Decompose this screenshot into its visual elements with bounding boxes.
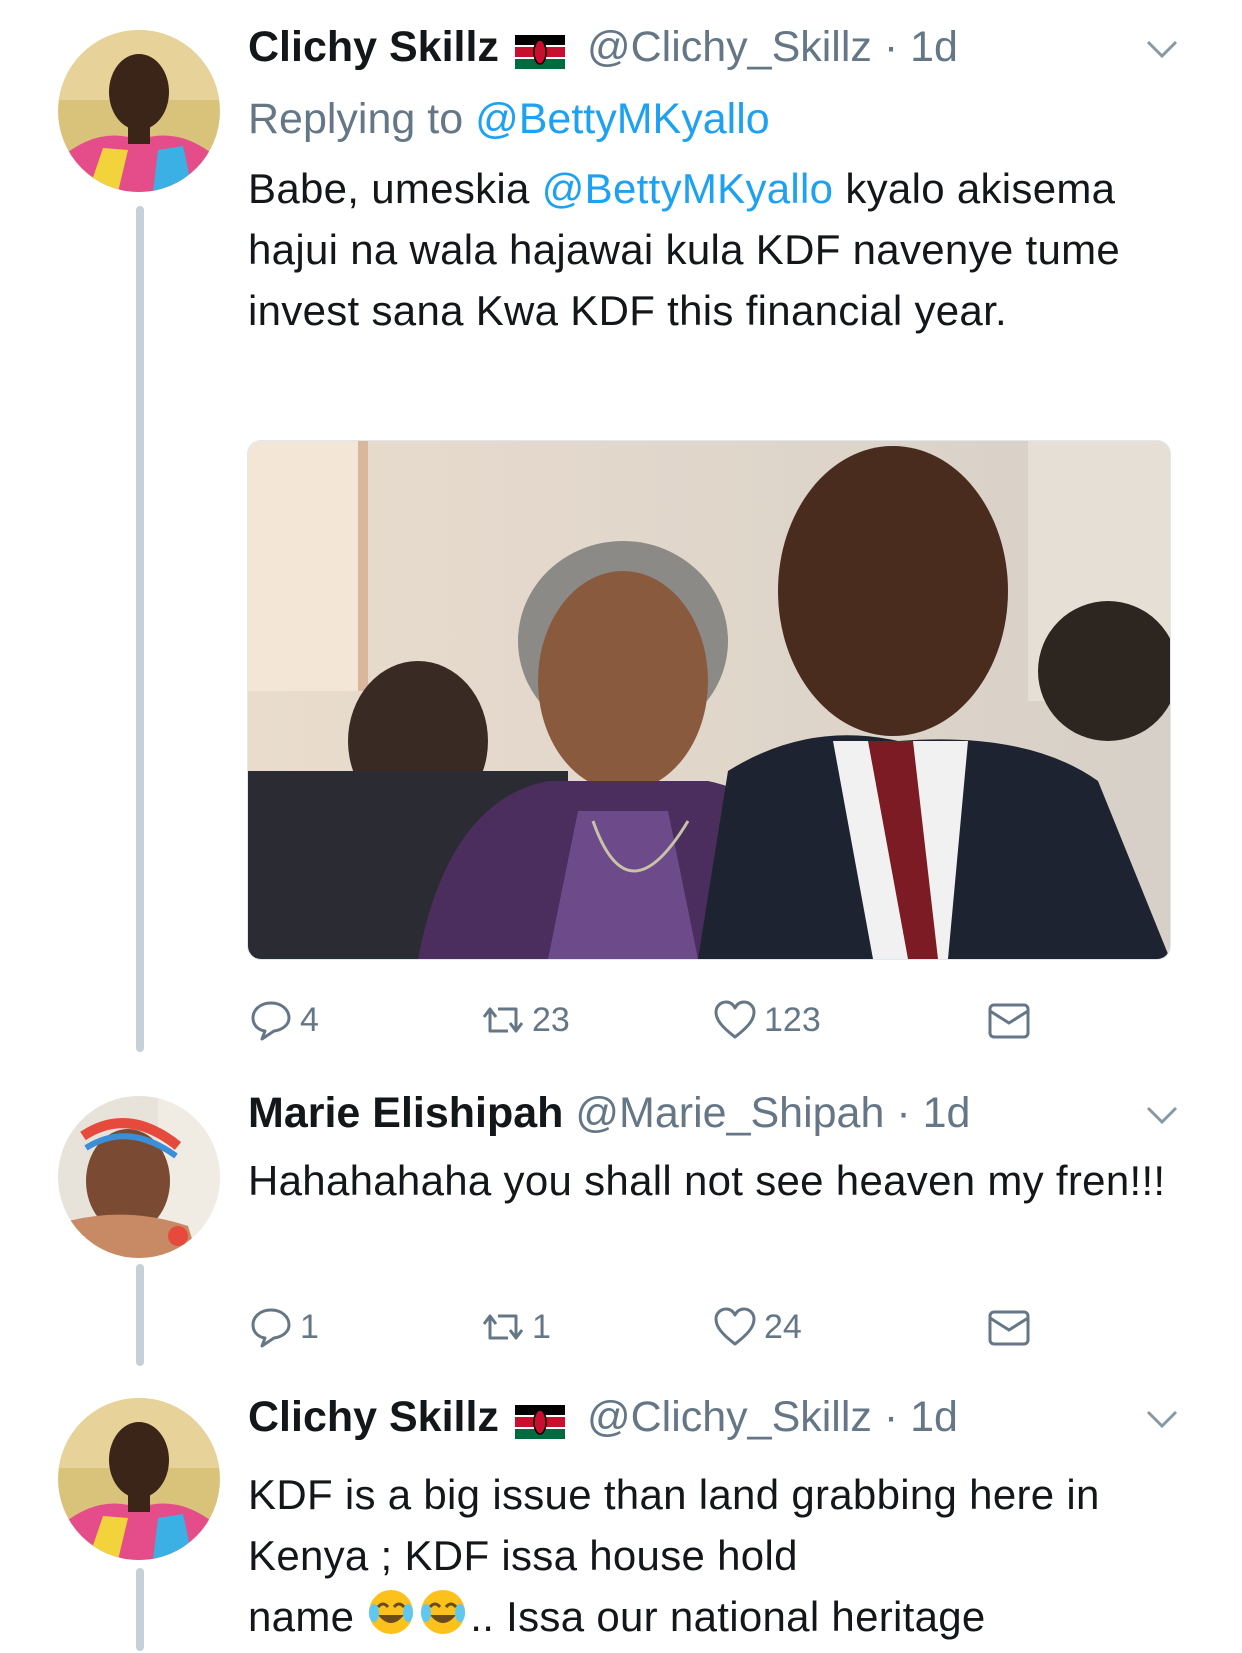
- thread-line: [136, 206, 144, 1052]
- tweet-text-last-line: name .. Issa our national heritage: [248, 1586, 1148, 1647]
- reply-count: 4: [300, 1000, 319, 1039]
- retweet-button[interactable]: 23: [480, 995, 570, 1045]
- retweet-count: 1: [532, 1307, 551, 1346]
- tweet-text: Babe, umeskia @BettyMKyallo kyalo akisem…: [248, 158, 1198, 341]
- tweet-text-start: Babe, umeskia: [248, 165, 530, 212]
- replying-to: Replying to @BettyMKyallo: [248, 94, 770, 144]
- timestamp[interactable]: 1d: [910, 1393, 958, 1441]
- direct-message-button[interactable]: [986, 995, 1032, 1045]
- chevron-down-icon[interactable]: [1142, 28, 1182, 68]
- replying-to-label: Replying to: [248, 95, 464, 143]
- avatar[interactable]: [58, 30, 220, 192]
- tweet-text: Hahahahaha you shall not see heaven my f…: [248, 1157, 1166, 1204]
- display-name[interactable]: Marie Elishipah: [248, 1089, 563, 1137]
- reply-icon: [251, 1308, 291, 1348]
- avatar[interactable]: [58, 1096, 220, 1258]
- like-count: 123: [764, 1000, 821, 1039]
- chevron-down-icon[interactable]: [1142, 1094, 1182, 1134]
- chevron-down-icon[interactable]: [1142, 1398, 1182, 1438]
- thread-line: [136, 1568, 144, 1651]
- display-name[interactable]: Clichy Skillz: [248, 1393, 499, 1441]
- tweet-header: Clichy Skillz @Clichy_Skillz · 1d: [248, 22, 1182, 72]
- handle[interactable]: @Clichy_Skillz: [587, 23, 872, 71]
- separator: ·: [871, 1393, 911, 1441]
- envelope-icon: [988, 1003, 1030, 1039]
- tweet-header: Clichy Skillz @Clichy_Skillz · 1d: [248, 1392, 1182, 1442]
- like-button[interactable]: 24: [712, 1302, 802, 1352]
- tweet-actions: 1 1 24: [248, 1302, 1048, 1352]
- tweet-photo[interactable]: [247, 440, 1171, 960]
- reply-button[interactable]: 4: [248, 995, 319, 1045]
- like-button[interactable]: 123: [712, 995, 821, 1045]
- thread-line: [136, 1264, 144, 1366]
- like-count: 24: [764, 1307, 802, 1346]
- kenya-flag-icon: [514, 30, 565, 69]
- tweet-header: Marie Elishipah @Marie_Shipah · 1d: [248, 1088, 1182, 1138]
- separator: ·: [884, 1089, 923, 1137]
- direct-message-button[interactable]: [986, 1302, 1032, 1352]
- heart-icon: [714, 1307, 756, 1346]
- tweet-actions: 4 23 123: [248, 995, 1048, 1045]
- reply-count: 1: [300, 1307, 319, 1346]
- joy-emoji: [366, 1587, 416, 1637]
- tweet-text: KDF is a big issue than land grabbing he…: [248, 1464, 1148, 1647]
- reply-icon: [251, 1001, 291, 1041]
- joy-emoji: [418, 1587, 468, 1637]
- reply-button[interactable]: 1: [248, 1302, 319, 1352]
- tweet-text-end: .. Issa our national heritage: [470, 1593, 986, 1640]
- avatar[interactable]: [58, 1398, 220, 1560]
- tweet-text-start: KDF is a big issue than land grabbing he…: [248, 1471, 1100, 1579]
- retweet-icon: [482, 1314, 524, 1340]
- tweet-text-word: name: [248, 1593, 355, 1640]
- retweet-count: 23: [532, 1000, 570, 1039]
- heart-icon: [714, 1000, 756, 1039]
- retweet-icon: [482, 1007, 524, 1033]
- kenya-flag-icon: [514, 1400, 565, 1439]
- separator: ·: [871, 23, 911, 71]
- retweet-button[interactable]: 1: [480, 1302, 551, 1352]
- replying-to-mention[interactable]: @BettyMKyallo: [475, 95, 770, 143]
- display-name[interactable]: Clichy Skillz: [248, 23, 499, 71]
- handle[interactable]: @Marie_Shipah: [575, 1089, 884, 1137]
- envelope-icon: [988, 1310, 1030, 1346]
- timestamp[interactable]: 1d: [923, 1089, 971, 1137]
- mention-link[interactable]: @BettyMKyallo: [542, 165, 834, 212]
- handle[interactable]: @Clichy_Skillz: [587, 1393, 872, 1441]
- timestamp[interactable]: 1d: [910, 23, 958, 71]
